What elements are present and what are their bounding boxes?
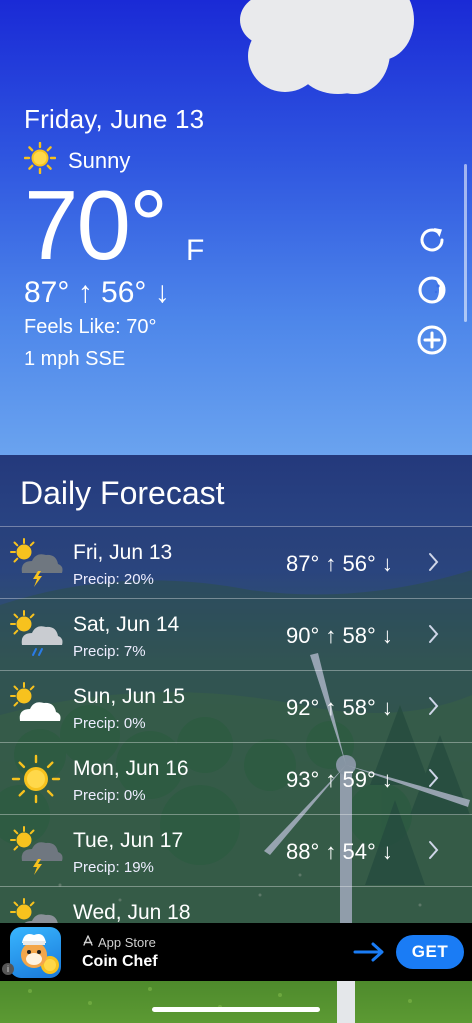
arrow-right-icon bbox=[353, 939, 387, 965]
forecast-day: Sun, Jun 15 bbox=[73, 685, 186, 708]
theme-button[interactable] bbox=[414, 274, 450, 310]
forecast-precip: Precip: 19% bbox=[73, 859, 154, 876]
home-indicator[interactable] bbox=[152, 1007, 320, 1012]
forecast-day: Wed, Jun 18 bbox=[73, 901, 191, 923]
current-date: Friday, June 13 bbox=[24, 104, 205, 134]
temperature-unit: F bbox=[186, 234, 205, 267]
forecast-high-low: 88° ↑ 54° ↓ bbox=[286, 839, 393, 864]
partly-cloudy-icon bbox=[8, 681, 64, 733]
sun-icon bbox=[8, 753, 64, 805]
forecast-day: Fri, Jun 13 bbox=[73, 541, 173, 564]
forecast-row[interactable]: Fri, Jun 13 Precip: 20% 87° ↑ 56° ↓ bbox=[0, 526, 472, 598]
scroll-indicator[interactable] bbox=[464, 164, 467, 322]
forecast-high-low: 93° ↑ 59° ↓ bbox=[286, 767, 393, 792]
forecast-precip: Precip: 0% bbox=[73, 787, 146, 804]
app-icon[interactable] bbox=[10, 927, 61, 978]
chevron-right-icon bbox=[426, 837, 442, 863]
forecast-list: Fri, Jun 13 Precip: 20% 87° ↑ 56° ↓ Sat,… bbox=[0, 526, 472, 923]
forecast-row[interactable]: Sun, Jun 15 Precip: 0% 92° ↑ 58° ↓ bbox=[0, 670, 472, 742]
ad-info-icon[interactable]: i bbox=[2, 963, 14, 975]
chevron-right-icon bbox=[426, 549, 442, 575]
daily-forecast-title: Daily Forecast bbox=[20, 475, 225, 511]
forecast-day: Sat, Jun 14 bbox=[73, 613, 180, 636]
app-store-icon bbox=[82, 935, 94, 950]
current-high-low: 87° ↑ 56° ↓ bbox=[24, 276, 170, 309]
app-store-label: App Store bbox=[82, 935, 156, 950]
cloud-decoration bbox=[238, 0, 438, 100]
forecast-day: Tue, Jun 17 bbox=[73, 829, 184, 852]
add-circle-icon bbox=[415, 323, 449, 362]
feels-like: Feels Like: 70° bbox=[24, 316, 157, 338]
forecast-row[interactable]: Tue, Jun 17 Precip: 19% 88° ↑ 54° ↓ bbox=[0, 814, 472, 886]
forecast-precip: Precip: 0% bbox=[73, 715, 146, 732]
forecast-high-low: 92° ↑ 58° ↓ bbox=[286, 695, 393, 720]
forecast-high-low: 87° ↑ 56° ↓ bbox=[286, 551, 393, 576]
current-temperature: 70° bbox=[24, 170, 168, 280]
forecast-row[interactable]: Wed, Jun 18 bbox=[0, 886, 472, 923]
forecast-high-low: 90° ↑ 58° ↓ bbox=[286, 623, 393, 648]
get-button[interactable]: GET bbox=[396, 935, 464, 969]
sun-storm-cloud-icon bbox=[8, 825, 64, 877]
current-conditions-panel: Friday, June 13 Sunny 70° F 87° ↑ 56° ↓ bbox=[0, 0, 472, 455]
forecast-row[interactable]: Sat, Jun 14 Precip: 7% 90° ↑ 58° ↓ bbox=[0, 598, 472, 670]
forecast-day: Mon, Jun 16 bbox=[73, 757, 189, 780]
ground-background bbox=[0, 981, 472, 1023]
forecast-row[interactable]: Mon, Jun 16 Precip: 0% 93° ↑ 59° ↓ bbox=[0, 742, 472, 814]
add-location-button[interactable] bbox=[414, 324, 450, 360]
chevron-right-icon bbox=[426, 621, 442, 647]
ad-app-name: Coin Chef bbox=[82, 953, 158, 970]
refresh-button[interactable] bbox=[414, 224, 450, 260]
daily-forecast-panel: Daily Forecast Fri, Jun 13 Precip: 20% 8… bbox=[0, 455, 472, 923]
sun-cloud-icon bbox=[8, 897, 64, 923]
app-store-text: App Store bbox=[98, 935, 156, 950]
ad-banner[interactable]: i App Store Coin Chef GET bbox=[0, 923, 472, 981]
sun-rain-cloud-icon bbox=[8, 609, 64, 661]
refresh-icon bbox=[415, 223, 449, 262]
chevron-right-icon bbox=[426, 765, 442, 791]
sun-storm-cloud-icon bbox=[8, 537, 64, 589]
wind: 1 mph SSE bbox=[24, 348, 126, 370]
forecast-precip: Precip: 7% bbox=[73, 643, 146, 660]
action-buttons bbox=[414, 224, 450, 374]
current-header: Friday, June 13 Sunny 70° F 87° ↑ 56° ↓ bbox=[23, 104, 205, 370]
chevron-right-icon bbox=[426, 693, 442, 719]
forecast-precip: Precip: 20% bbox=[73, 571, 154, 588]
moon-phase-icon bbox=[415, 273, 449, 312]
